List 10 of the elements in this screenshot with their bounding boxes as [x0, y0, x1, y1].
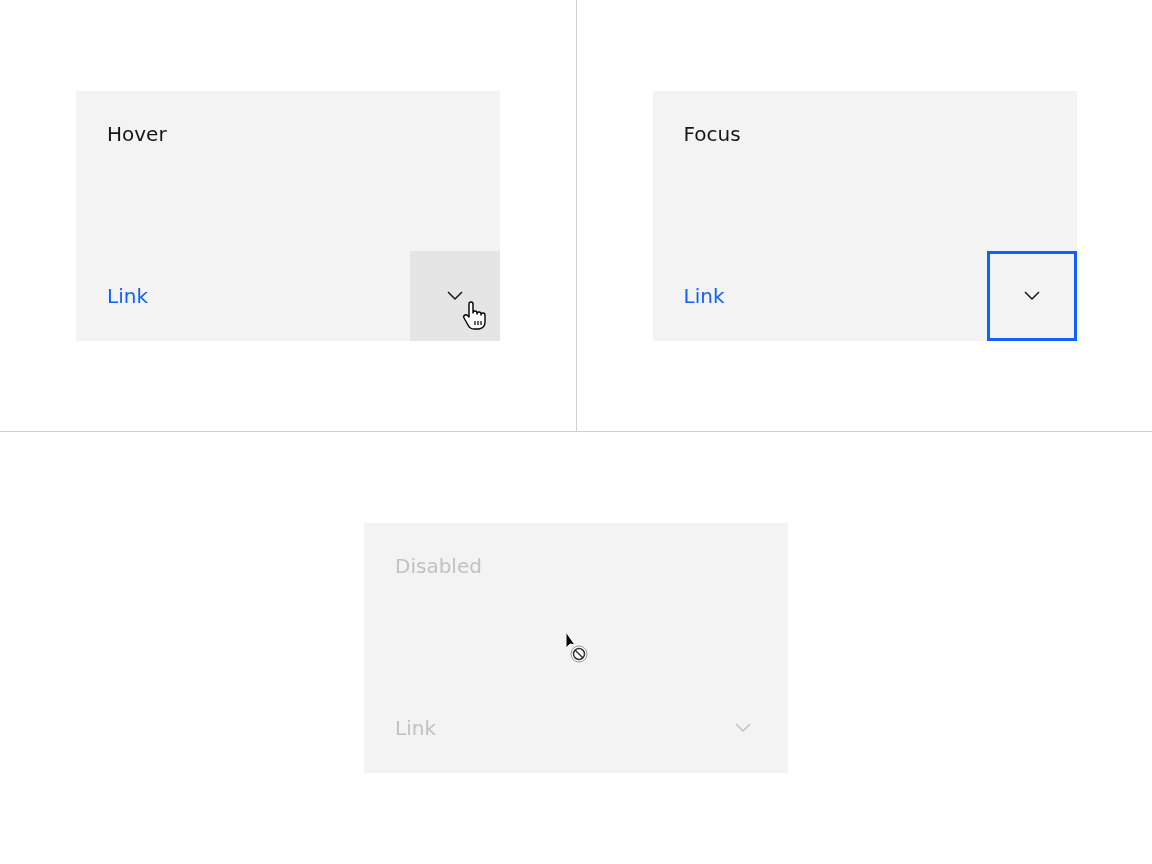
- card-title: Focus: [682, 120, 742, 144]
- link[interactable]: Link: [107, 283, 148, 308]
- chevron-down-icon: [735, 723, 751, 733]
- link[interactable]: Link: [683, 283, 725, 308]
- card-title: Hover: [106, 120, 168, 144]
- chevron-down-icon: [1023, 290, 1040, 301]
- expand-button[interactable]: [410, 250, 500, 341]
- hand-cursor-icon: [462, 300, 488, 331]
- chevron-down-icon: [447, 290, 463, 301]
- expand-button[interactable]: [986, 250, 1077, 341]
